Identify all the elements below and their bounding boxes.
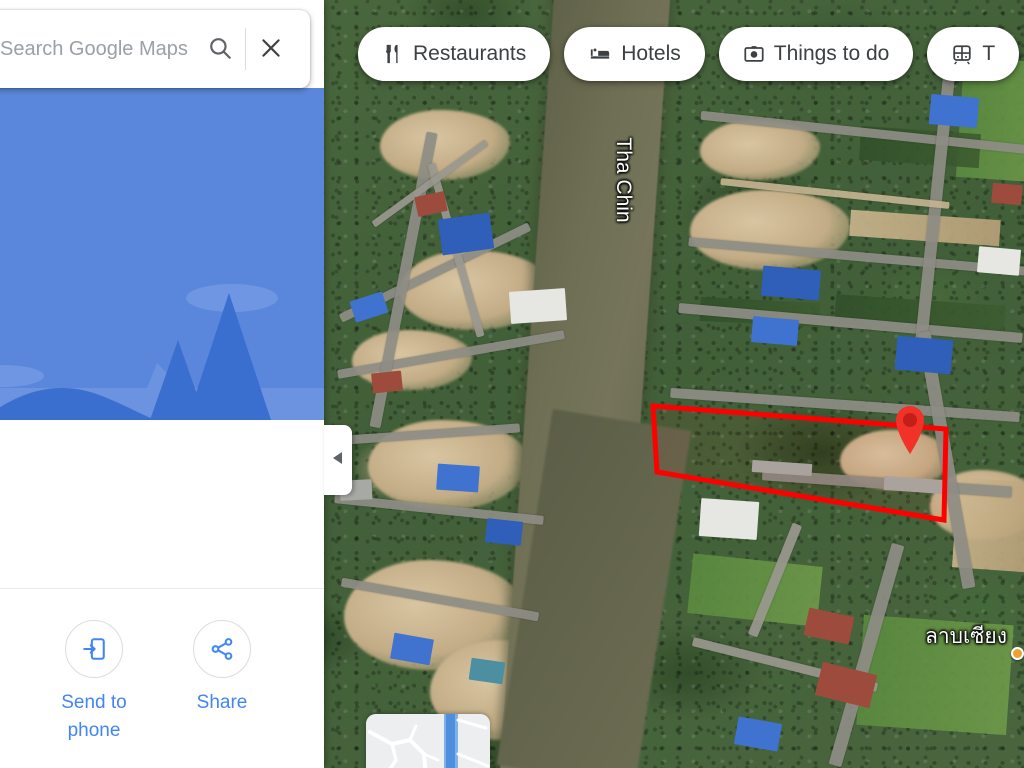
search-box <box>0 10 310 88</box>
building-roof <box>976 246 1022 276</box>
transit-train-icon <box>951 43 973 65</box>
google-maps-app: Tha Chin ลาบเซียง Restaurants Hotels Thi… <box>0 0 1024 768</box>
action-label-line2: phone <box>67 719 121 741</box>
map-label-river-text: Tha Chin <box>612 137 635 223</box>
chip-label: T <box>982 42 996 65</box>
search-input[interactable] <box>0 10 195 88</box>
share-button[interactable]: Share <box>158 620 286 744</box>
building-roof <box>484 518 524 546</box>
action-label-line1: Send to <box>61 692 127 713</box>
category-chip-bar: Restaurants Hotels Things to do T <box>358 27 1020 81</box>
building-roof <box>698 498 760 540</box>
building-roof <box>928 93 980 129</box>
place-actions: Send to phone Share <box>0 620 324 744</box>
building-roof <box>371 370 403 394</box>
chevron-left-icon <box>332 451 344 470</box>
send-to-phone-button[interactable]: Send to phone <box>30 620 158 744</box>
selected-location-pin[interactable] <box>889 399 931 455</box>
action-label: Share <box>196 692 248 713</box>
chip-restaurants[interactable]: Restaurants <box>358 27 551 81</box>
restaurant-icon <box>382 43 404 65</box>
send-to-phone-icon <box>65 620 123 678</box>
building-roof <box>760 265 822 301</box>
building-roof <box>436 463 480 493</box>
building-roof <box>468 657 506 685</box>
clear-search-button[interactable] <box>246 10 296 88</box>
search-bar <box>0 10 310 88</box>
chip-label: Things to do <box>773 42 890 65</box>
building-roof <box>508 288 568 324</box>
chip-label: Hotels <box>621 42 681 65</box>
share-icon <box>193 620 251 678</box>
building-roof <box>750 316 800 346</box>
placeholder-illustration <box>0 88 324 420</box>
place-photo-placeholder[interactable] <box>0 88 324 420</box>
hotel-bed-icon <box>588 43 612 65</box>
field-parcel <box>856 614 1014 736</box>
chip-label: Restaurants <box>413 42 527 65</box>
poi-marker[interactable] <box>1011 647 1024 660</box>
chip-transit[interactable]: T <box>927 27 1020 81</box>
search-button[interactable] <box>195 10 245 88</box>
collapse-panel-button[interactable] <box>324 425 352 495</box>
action-label: Send to phone <box>61 689 127 744</box>
chip-things-to-do[interactable]: Things to do <box>718 27 914 81</box>
place-details-panel: Send to phone Share <box>0 0 324 768</box>
chip-hotels[interactable]: Hotels <box>564 27 705 81</box>
section-divider <box>0 588 324 589</box>
map-label-river: Tha Chin <box>612 110 635 250</box>
place-details-body: Send to phone Share <box>0 420 324 768</box>
search-icon <box>207 35 233 64</box>
building-roof <box>991 182 1023 206</box>
street-view-minimap[interactable] <box>366 714 490 768</box>
camera-icon <box>743 43 765 65</box>
building-roof <box>894 335 954 375</box>
building-roof <box>437 212 495 256</box>
close-icon <box>258 35 284 64</box>
